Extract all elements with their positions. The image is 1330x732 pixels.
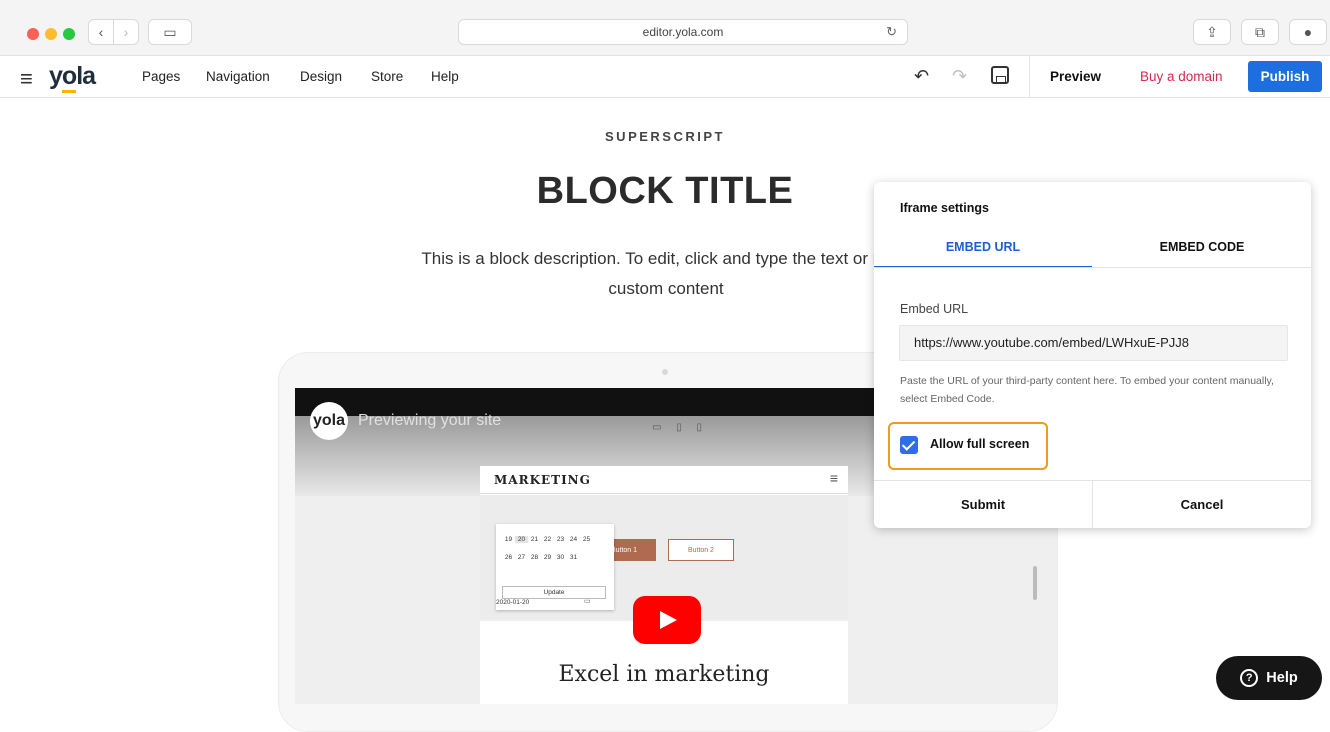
toolbar-divider bbox=[1029, 56, 1030, 98]
allow-full-screen-label[interactable]: Allow full screen bbox=[930, 437, 1029, 451]
menu-help[interactable]: Help bbox=[431, 69, 459, 84]
buy-domain-link[interactable]: Buy a domain bbox=[1140, 69, 1223, 84]
editor-toolbar: ≡ yola Pages Navigation Design Store Hel… bbox=[0, 56, 1330, 98]
calendar-icon: ▭ bbox=[584, 598, 591, 605]
forward-icon[interactable]: › bbox=[113, 19, 139, 45]
tab-embed-url[interactable]: EMBED URL bbox=[874, 240, 1092, 268]
close-window-button[interactable] bbox=[27, 28, 39, 40]
allow-full-screen-checkbox[interactable] bbox=[900, 436, 918, 454]
date-picker: 19 20 21 22 23 24 25 26 27 28 29 30 31 Update bbox=[496, 524, 614, 610]
site-header: MARKETING ≡ bbox=[480, 466, 848, 494]
scrollbar[interactable] bbox=[1033, 566, 1037, 600]
embed-url-label: Embed URL bbox=[900, 302, 969, 316]
video-site-preview: MARKETING ≡ Button 1 Button 2 19 20 21 22 23… bbox=[480, 466, 1037, 704]
preview-button[interactable]: Preview bbox=[1050, 69, 1101, 84]
site-brand: MARKETING bbox=[494, 473, 591, 487]
embed-url-input[interactable]: https://www.youtube.com/embed/LWHxuE-PJJ… bbox=[899, 325, 1288, 361]
yola-logo: yola bbox=[49, 62, 96, 93]
reload-icon[interactable]: ↻ bbox=[886, 24, 897, 40]
device-camera-dot bbox=[662, 369, 668, 375]
site-button-2: Button 2 bbox=[668, 539, 734, 561]
share-icon[interactable]: ⇪ bbox=[1193, 19, 1231, 45]
tab-embed-code[interactable]: EMBED CODE bbox=[1093, 240, 1311, 268]
submit-button[interactable]: Submit bbox=[874, 481, 1092, 528]
help-button[interactable]: ? Help bbox=[1216, 656, 1322, 700]
iframe-settings-panel: Iframe settings EMBED URL EMBED CODE Emb… bbox=[874, 182, 1311, 528]
panel-title: Iframe settings bbox=[900, 201, 989, 215]
publish-button[interactable]: Publish bbox=[1248, 61, 1322, 92]
video-title: Previewing your site bbox=[358, 412, 502, 429]
url-text: editor.yola.com bbox=[642, 25, 724, 39]
channel-logo: yola bbox=[310, 402, 348, 440]
date-value: 2020-01-20 bbox=[496, 599, 530, 606]
help-label: Help bbox=[1266, 670, 1298, 686]
hamburger-menu-icon[interactable]: ≡ bbox=[20, 66, 33, 92]
block-superscript[interactable]: SUPERSCRIPT bbox=[0, 129, 1330, 144]
save-icon[interactable] bbox=[991, 66, 1009, 84]
browser-toolbar: ‹ › ▭ editor.yola.com ↻ ⇪ ⧉ ● bbox=[0, 0, 1330, 56]
menu-navigation[interactable]: Navigation bbox=[206, 69, 270, 84]
embed-url-help: Paste the URL of your third-party conten… bbox=[900, 375, 1274, 405]
help-icon: ? bbox=[1240, 669, 1259, 687]
tabs-icon[interactable]: ⧉ bbox=[1241, 19, 1279, 45]
menu-pages[interactable]: Pages bbox=[142, 69, 180, 84]
undo-icon[interactable]: ↶ bbox=[914, 66, 929, 87]
menu-design[interactable]: Design bbox=[300, 69, 342, 84]
extension-icon[interactable]: ● bbox=[1289, 19, 1327, 45]
maximize-window-button[interactable] bbox=[63, 28, 75, 40]
site-menu-icon: ≡ bbox=[829, 470, 838, 486]
address-bar[interactable]: editor.yola.com ↻ bbox=[458, 19, 908, 45]
device-toggle-icons: ▭ ▯ ▯ bbox=[652, 422, 709, 433]
site-heading: Excel in marketing bbox=[558, 662, 770, 687]
back-icon[interactable]: ‹ bbox=[88, 19, 114, 45]
calendar-row-2: 26 27 28 29 30 31 bbox=[504, 554, 578, 561]
calendar-row-1: 19 20 21 22 23 24 25 bbox=[504, 536, 591, 543]
menu-store[interactable]: Store bbox=[371, 69, 403, 84]
tabs-divider bbox=[874, 267, 1311, 268]
redo-icon[interactable]: ↷ bbox=[952, 66, 967, 87]
play-icon[interactable] bbox=[633, 596, 701, 644]
sidebar-icon[interactable]: ▭ bbox=[148, 19, 192, 45]
minimize-window-button[interactable] bbox=[45, 28, 57, 40]
cancel-button[interactable]: Cancel bbox=[1093, 481, 1311, 528]
